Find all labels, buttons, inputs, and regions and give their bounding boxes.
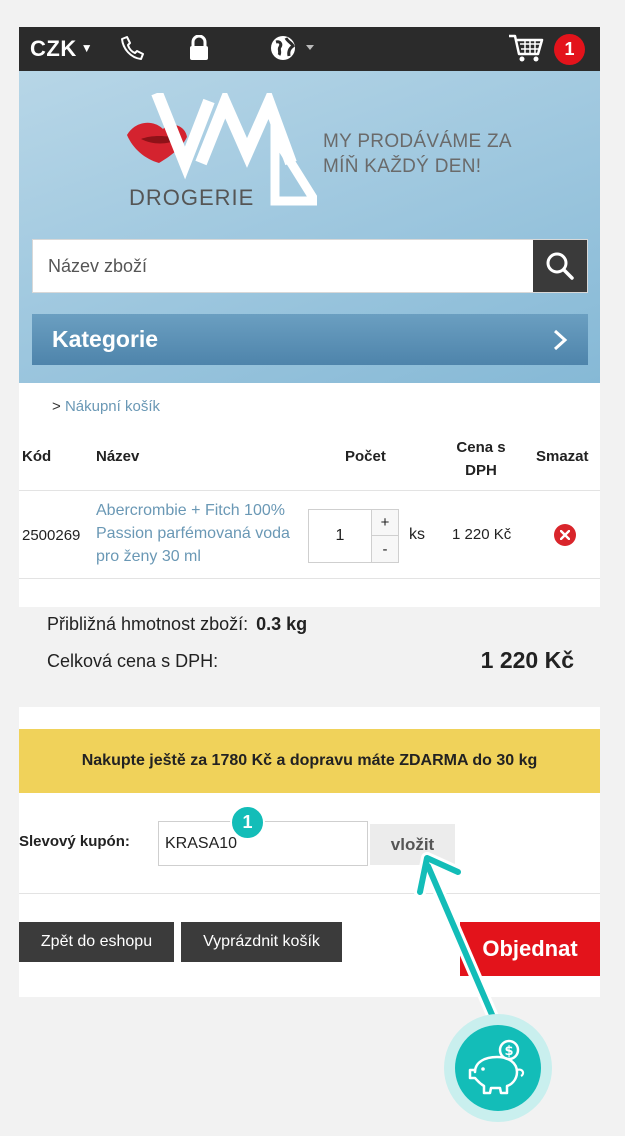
weight-row: Přibližná hmotnost zboží: 0.3 kg: [47, 614, 307, 635]
close-icon: [560, 530, 570, 540]
chevron-down-icon: ▼: [80, 41, 94, 55]
page: CZK ▼ 1 DROGERIE MY PRODÁVÁME ZA MÍŇ KAŽ…: [19, 27, 600, 997]
svg-text:$: $: [504, 1044, 513, 1059]
column-header-price: Cena s DPH: [451, 436, 511, 482]
divider: [19, 578, 600, 579]
search-input[interactable]: [33, 240, 533, 292]
empty-cart-button[interactable]: Vyprázdnit košík: [181, 922, 342, 962]
column-header-code: Kód: [22, 448, 52, 465]
piggy-bank-icon: $: [468, 1039, 525, 1095]
search-icon: [546, 252, 574, 280]
order-summary: Přibližná hmotnost zboží: 0.3 kg Celková …: [19, 607, 600, 707]
product-code: 2500269: [22, 527, 81, 544]
top-bar: CZK ▼ 1: [19, 27, 600, 71]
quantity-stepper: 1 + -: [308, 509, 399, 563]
weight-value: 0.3 kg: [256, 614, 308, 634]
back-to-shop-button[interactable]: Zpět do eshopu: [19, 922, 174, 962]
divider: [19, 490, 600, 491]
step-number-badge: 1: [230, 805, 265, 840]
quantity-decrease-button[interactable]: -: [371, 536, 398, 562]
column-header-price-line-2: DPH: [465, 462, 497, 479]
delete-item-button[interactable]: [554, 524, 576, 546]
lock-icon[interactable]: [187, 33, 211, 63]
chevron-right-icon: [553, 329, 568, 350]
order-button[interactable]: Objednat: [460, 922, 600, 976]
free-shipping-notice: Nakupte ještě za 1780 Kč a dopravu máte …: [19, 729, 600, 793]
total-value: 1 220 Kč: [480, 647, 574, 673]
column-header-qty: Počet: [345, 448, 386, 465]
header-banner: DROGERIE MY PRODÁVÁME ZA MÍŇ KAŽDÝ DEN! …: [19, 71, 600, 383]
quantity-unit: ks: [409, 526, 425, 543]
phone-icon[interactable]: [119, 33, 147, 63]
search-box: [32, 239, 588, 293]
piggy-bank-badge: $: [444, 1014, 552, 1122]
currency-selector[interactable]: CZK ▼: [30, 36, 93, 62]
logo-text: DROGERIE: [129, 185, 255, 210]
column-header-name: Název: [96, 448, 140, 465]
quantity-increase-button[interactable]: +: [371, 510, 398, 536]
column-header-delete: Smazat: [536, 448, 589, 465]
slogan-line-2: MÍŇ KAŽDÝ DEN!: [323, 156, 482, 177]
column-header-price-line-1: Cena s: [456, 439, 506, 456]
total-label: Celková cena s DPH:: [47, 651, 219, 671]
product-name-link[interactable]: Abercrombie + Fitch 100% Passion parfémo…: [96, 499, 306, 568]
breadcrumb: > Nákupní košík: [52, 398, 160, 415]
search-button[interactable]: [533, 240, 587, 292]
cart-icon[interactable]: [507, 31, 545, 65]
globe-icon[interactable]: [269, 33, 317, 63]
apply-coupon-button[interactable]: vložit: [370, 824, 455, 865]
cart-count-badge[interactable]: 1: [554, 34, 585, 65]
categories-label: Kategorie: [52, 326, 159, 352]
divider: [19, 893, 600, 894]
slogan: MY PRODÁVÁME ZA MÍŇ KAŽDÝ DEN!: [323, 129, 512, 179]
breadcrumb-current[interactable]: Nákupní košík: [65, 398, 160, 415]
weight-label: Přibližná hmotnost zboží:: [47, 614, 249, 634]
quantity-input[interactable]: 1: [309, 510, 371, 562]
slogan-line-1: MY PRODÁVÁME ZA: [323, 131, 512, 152]
coupon-label: Slevový kupón:: [19, 833, 130, 850]
product-price: 1 220 Kč: [452, 526, 512, 543]
breadcrumb-separator: >: [52, 398, 61, 415]
categories-button[interactable]: Kategorie: [32, 314, 588, 365]
currency-label: CZK: [30, 36, 77, 61]
